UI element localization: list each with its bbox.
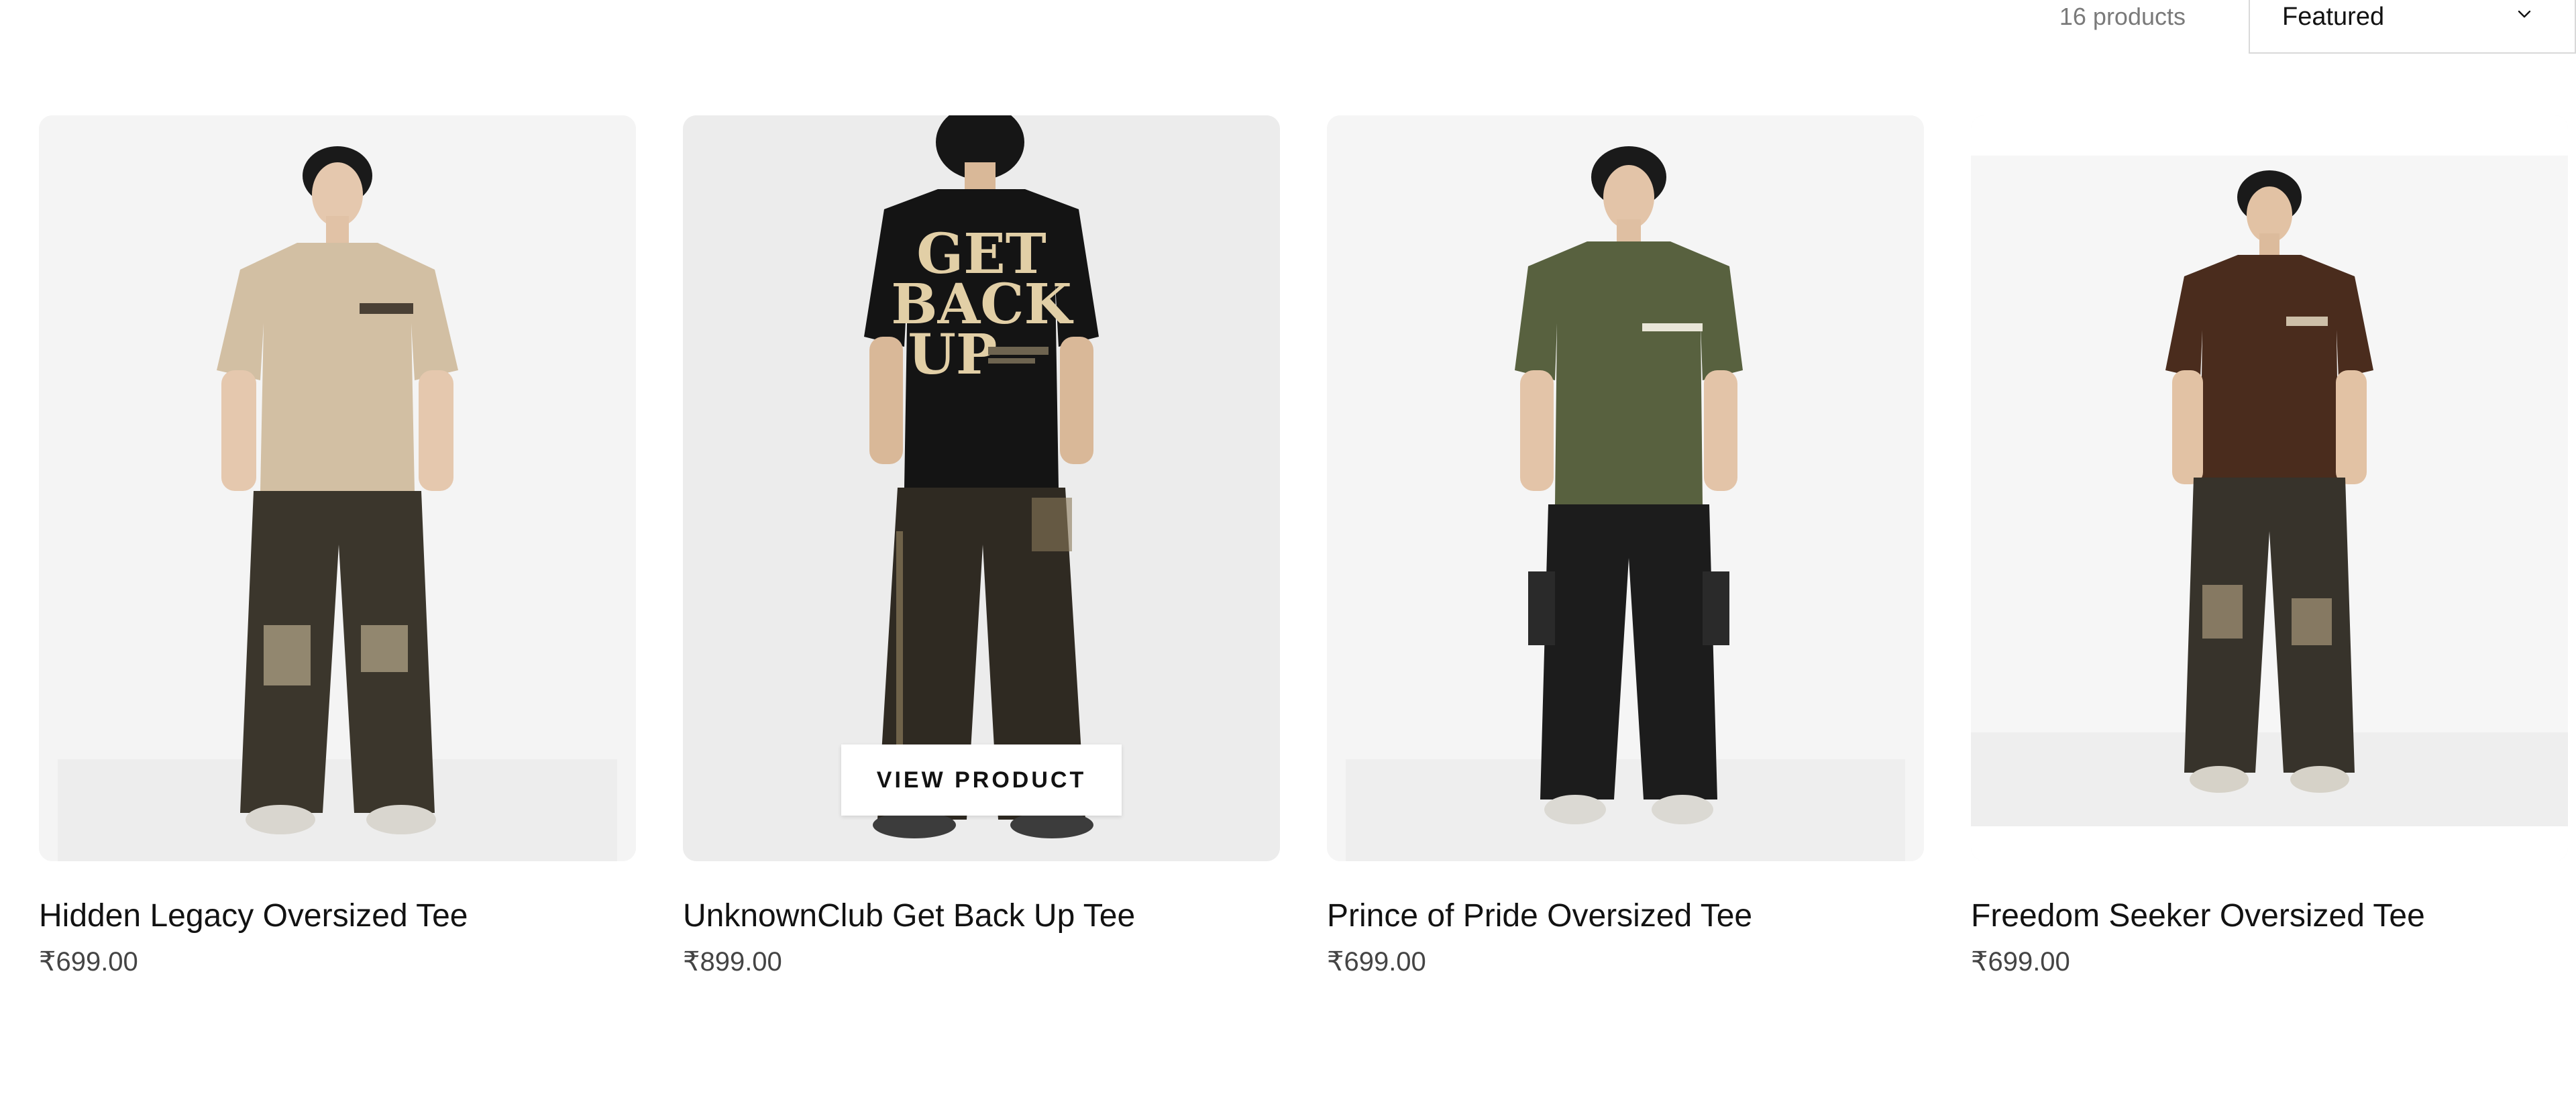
view-product-button[interactable]: VIEW PRODUCT xyxy=(841,744,1122,816)
product-price: ₹699.00 xyxy=(1327,947,1426,977)
product-card[interactable]: Hidden Legacy Oversized Tee ₹699.00 xyxy=(39,115,636,979)
print-line-3: UP xyxy=(908,323,997,387)
product-image-link[interactable] xyxy=(39,115,636,861)
chevron-down-icon xyxy=(2518,10,2531,18)
product-image-link[interactable]: GET BACK UP VIEW PRODUCT xyxy=(683,115,1280,861)
product-count: 16 products xyxy=(2059,3,2186,30)
product-image xyxy=(1327,115,1924,861)
product-title[interactable]: Freedom Seeker Oversized Tee xyxy=(1971,896,2568,936)
product-title[interactable]: Prince of Pride Oversized Tee xyxy=(1327,896,1924,936)
product-image xyxy=(39,115,636,861)
product-price: ₹899.00 xyxy=(683,947,782,977)
product-card[interactable]: Freedom Seeker Oversized Tee ₹699.00 xyxy=(1971,115,2568,979)
product-price: ₹699.00 xyxy=(39,947,138,977)
product-image-link[interactable] xyxy=(1327,115,1924,861)
product-card[interactable]: GET BACK UP VIEW PRODUCT UnknownClub Get… xyxy=(683,115,1280,979)
sort-by-select[interactable]: Featured xyxy=(2249,0,2576,54)
collection-page: 16 products Featured Hidden Legacy Overs… xyxy=(0,0,2576,1104)
product-card[interactable]: Prince of Pride Oversized Tee ₹699.00 xyxy=(1327,115,1924,979)
product-price: ₹699.00 xyxy=(1971,947,2070,977)
product-grid: Hidden Legacy Oversized Tee ₹699.00 GET … xyxy=(39,115,2576,979)
collection-toolbar: 16 products Featured xyxy=(2012,0,2576,55)
sort-selected-value: Featured xyxy=(2282,3,2385,31)
product-title[interactable]: UnknownClub Get Back Up Tee xyxy=(683,896,1280,936)
product-image-link[interactable] xyxy=(1971,115,2568,861)
product-image xyxy=(1971,115,2568,861)
product-title[interactable]: Hidden Legacy Oversized Tee xyxy=(39,896,636,936)
